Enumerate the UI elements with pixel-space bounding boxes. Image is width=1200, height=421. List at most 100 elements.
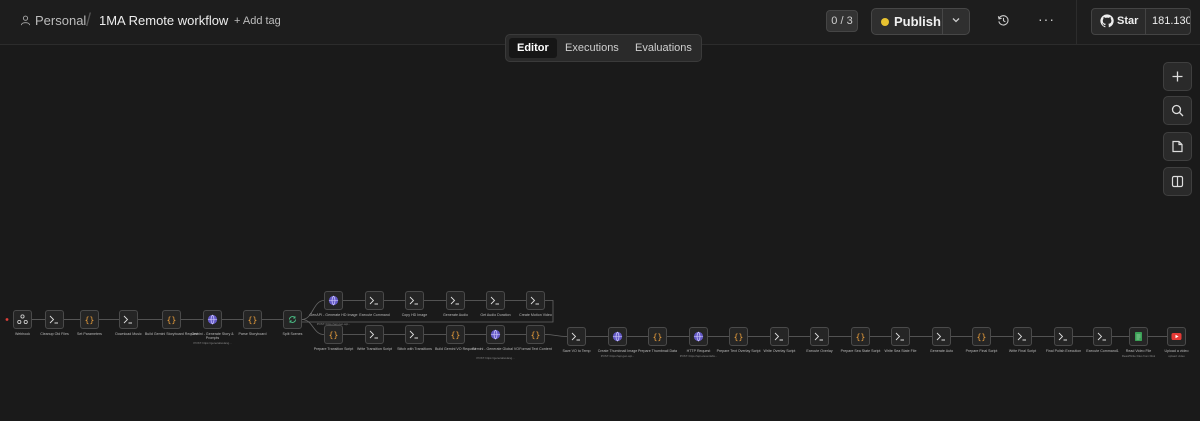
braces-icon: {} [248, 316, 258, 325]
node-generate-auto[interactable] [932, 327, 951, 346]
node-execute-command1[interactable] [1093, 327, 1112, 346]
publish-divider [942, 9, 943, 34]
node-read-video-file[interactable] [1129, 327, 1148, 346]
node-execute-overlay[interactable] [810, 327, 829, 346]
terminal-icon [774, 332, 783, 341]
connection-line [544, 334, 568, 337]
node-gemini-generate-global-vo[interactable] [486, 325, 505, 344]
breadcrumb-personal[interactable]: Personal [20, 13, 86, 28]
zoom-in-button[interactable] [1163, 62, 1192, 91]
node-prepare-thumbnail-data[interactable]: {} [648, 327, 667, 346]
workflow-canvas[interactable]: Webhook Cleanup Old Files{} Set Parameters… [0, 45, 1200, 421]
node-subtitle: POST: https://generativelang... [193, 341, 232, 345]
node-final-polish-execution[interactable] [1054, 327, 1073, 346]
node-prepare-text-overlay-script[interactable]: {} [729, 327, 748, 346]
header-divider [1076, 0, 1077, 44]
node-save-vo-to-temp[interactable] [567, 327, 586, 346]
braces-icon: {} [977, 333, 987, 342]
braces-icon: {} [856, 333, 866, 342]
more-options-icon[interactable]: ··· [1038, 11, 1055, 27]
node-copy-hd-image[interactable] [405, 291, 424, 310]
node-genapi-generate-hd-image[interactable] [324, 291, 343, 310]
braces-icon: {} [653, 333, 663, 342]
terminal-icon [49, 315, 58, 324]
add-tag-button[interactable]: + Add tag [234, 15, 281, 27]
add-sticky-note-button[interactable] [1163, 132, 1192, 161]
node-http-request[interactable] [689, 327, 708, 346]
node-stitch-with-transitions[interactable] [405, 325, 424, 344]
terminal-icon [1058, 332, 1067, 341]
youtube-icon [1171, 333, 1182, 340]
history-icon[interactable] [997, 14, 1010, 27]
github-star-button[interactable]: Star 181.130 [1091, 8, 1191, 35]
node-write-transition-script[interactable] [365, 325, 384, 344]
node-prepare-sea-state-script[interactable]: {} [851, 327, 870, 346]
terminal-icon [1017, 332, 1026, 341]
globe-icon [693, 331, 704, 342]
node-get-audio-duration[interactable] [486, 291, 505, 310]
node-gemini-generate-story-prompts[interactable] [203, 310, 222, 329]
node-format-text-content[interactable]: {} [526, 325, 545, 344]
svg-text:{}: {} [85, 316, 95, 325]
node-webhook[interactable] [13, 310, 32, 329]
toggle-panel-button[interactable] [1163, 167, 1192, 196]
svg-text:{}: {} [531, 331, 541, 340]
braces-icon: {} [167, 316, 177, 325]
terminal-icon [936, 332, 945, 341]
node-prepare-final-script[interactable]: {} [972, 327, 991, 346]
file-icon [1135, 332, 1142, 341]
terminal-icon [530, 296, 539, 305]
braces-icon: {} [85, 316, 95, 325]
braces-icon: {} [734, 333, 744, 342]
github-divider [1145, 9, 1146, 34]
user-icon [20, 15, 31, 26]
node-write-final-script[interactable] [1013, 327, 1032, 346]
node-generate-audio[interactable] [446, 291, 465, 310]
node-prepare-transition-script[interactable]: {} [324, 325, 343, 344]
terminal-icon [895, 332, 904, 341]
node-label: Upload a video [1164, 349, 1189, 353]
node-subtitle: POST: https://generativelang... [476, 356, 515, 360]
terminal-icon [409, 296, 418, 305]
node-split-scenes[interactable] [283, 310, 302, 329]
github-star-label: Star [1117, 15, 1139, 27]
node-create-motion-video[interactable] [526, 291, 545, 310]
counter-badge: 0 / 3 [826, 10, 858, 32]
node-set-parameters[interactable]: {} [80, 310, 99, 329]
workflow-title[interactable]: 1MA Remote workflow [99, 13, 228, 28]
svg-text:{}: {} [856, 333, 866, 342]
chevron-down-icon[interactable] [950, 14, 962, 26]
node-write-overlay-script[interactable] [770, 327, 789, 346]
svg-text:{}: {} [248, 316, 258, 325]
globe-icon [207, 314, 218, 325]
node-download-music[interactable] [119, 310, 138, 329]
unpublished-status-dot [881, 18, 889, 26]
breadcrumb-personal-label: Personal [35, 13, 87, 28]
loop-icon [289, 316, 296, 323]
node-build-gemini-storyboard-request[interactable]: {} [162, 310, 181, 329]
terminal-icon [1097, 332, 1106, 341]
breadcrumb-separator: / [86, 10, 92, 30]
node-build-gemini-vo-request[interactable]: {} [446, 325, 465, 344]
node-write-sea-state-file[interactable] [891, 327, 910, 346]
terminal-icon [369, 296, 378, 305]
globe-icon [328, 295, 339, 306]
svg-text:{}: {} [653, 333, 663, 342]
node-parse-storyboard[interactable]: {} [243, 310, 262, 329]
node-label: Split Scenes [282, 332, 303, 336]
terminal-icon [571, 332, 580, 341]
node-execute-command[interactable] [365, 291, 384, 310]
connection-lines [5, 300, 1167, 337]
globe-icon [612, 331, 623, 342]
search-nodes-button[interactable] [1163, 96, 1192, 125]
node-create-thumbnail-image[interactable] [608, 327, 627, 346]
braces-icon: {} [531, 331, 541, 340]
terminal-icon [123, 315, 132, 324]
publish-button[interactable]: Publish [871, 8, 970, 35]
node-upload-a-video[interactable] [1167, 327, 1186, 346]
github-star-count: 181.130 [1152, 15, 1191, 27]
svg-text:{}: {} [734, 333, 744, 342]
node-cleanup-old-files[interactable] [45, 310, 64, 329]
trigger-start-dot [5, 318, 9, 321]
svg-text:{}: {} [451, 331, 461, 340]
